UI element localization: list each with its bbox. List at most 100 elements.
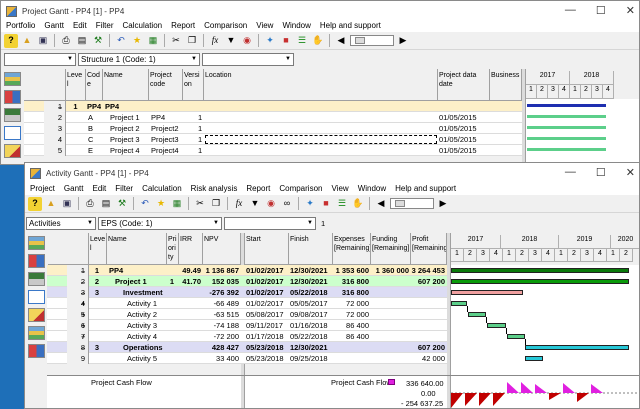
row-toggle[interactable]: + (81, 298, 85, 309)
header-expenses[interactable]: Expenses [Remaining] (333, 233, 371, 265)
front-combo-right[interactable]: ▼ (224, 217, 316, 230)
row-toggle[interactable]: – (81, 342, 85, 353)
row-toggle[interactable]: + (81, 331, 85, 342)
menu-window[interactable]: Window (358, 184, 386, 193)
gantt-view-icon[interactable] (4, 108, 21, 122)
maximize-icon[interactable]: ☐ (596, 166, 606, 179)
report-view-icon[interactable] (4, 144, 21, 158)
formula-icon[interactable]: fx (232, 197, 246, 211)
menu-help[interactable]: Help and support (320, 21, 381, 30)
preview-icon[interactable]: ▤ (75, 34, 89, 48)
star-icon[interactable]: ★ (154, 197, 168, 211)
header-start[interactable]: Start (245, 233, 289, 265)
row-toggle[interactable]: + (81, 320, 85, 331)
activities-combo[interactable]: Activities ▼ (26, 217, 96, 230)
link-icon[interactable]: ∞ (280, 197, 294, 211)
header-location[interactable]: Location (204, 69, 438, 101)
gantt-bar[interactable] (451, 279, 629, 284)
chart-view-icon[interactable] (4, 90, 21, 104)
scroll-right-icon[interactable]: ▶ (436, 197, 450, 211)
menu-gantt[interactable]: Gantt (64, 184, 84, 193)
header-profit[interactable]: Profit [Remaining] (411, 233, 447, 265)
structure-combo[interactable]: Structure 1 (Code: 1) ▼ (78, 53, 200, 66)
tools-icon[interactable]: ⚒ (115, 197, 129, 211)
copy-icon[interactable]: ❐ (185, 34, 199, 48)
filter-icon[interactable]: ▼ (248, 197, 262, 211)
undo-icon[interactable]: ↶ (138, 197, 152, 211)
header-version[interactable]: Versi on (183, 69, 204, 101)
row-toggle[interactable]: – (81, 287, 85, 298)
resources-icon[interactable]: ■ (279, 34, 293, 48)
menu-help[interactable]: Help and support (395, 184, 456, 193)
menu-report[interactable]: Report (246, 184, 270, 193)
bars-icon[interactable]: ☰ (335, 197, 349, 211)
gantt-tools-icon[interactable]: ✦ (303, 197, 317, 211)
gantt-bar[interactable] (525, 345, 629, 350)
tools-icon[interactable]: ⚒ (91, 34, 105, 48)
gantt-bar[interactable] (487, 323, 506, 328)
undo-icon[interactable]: ↶ (114, 34, 128, 48)
menu-calculation[interactable]: Calculation (142, 184, 182, 193)
menu-project[interactable]: Project (30, 184, 55, 193)
scroll-left-icon[interactable]: ◀ (374, 197, 388, 211)
menu-edit[interactable]: Edit (92, 184, 106, 193)
gantt-bar[interactable] (527, 148, 606, 151)
back-combo-right[interactable]: ▼ (202, 53, 294, 66)
open-folder-icon[interactable]: ▲ (44, 197, 58, 211)
header-project-data-date[interactable]: Project data date (438, 69, 490, 101)
gantt-bar[interactable] (527, 126, 606, 129)
excel-icon[interactable]: ▦ (146, 34, 160, 48)
menu-comparison[interactable]: Comparison (279, 184, 322, 193)
menu-filter[interactable]: Filter (115, 184, 133, 193)
close-icon[interactable]: ✕ (626, 166, 635, 179)
hand-icon[interactable]: ✋ (351, 197, 365, 211)
menu-gantt[interactable]: Gantt (44, 21, 64, 30)
save-icon[interactable]: ▣ (36, 34, 50, 48)
location-edit-cell[interactable] (205, 135, 437, 144)
header-funding[interactable]: Funding [Remaining] (371, 233, 411, 265)
gantt-bar[interactable] (527, 137, 606, 140)
menu-report[interactable]: Report (171, 21, 195, 30)
header-business[interactable]: Business (490, 69, 522, 101)
menu-view[interactable]: View (331, 184, 348, 193)
menu-portfolio[interactable]: Portfolio (6, 21, 35, 30)
chart-view-icon[interactable] (28, 254, 45, 268)
gantt-bar[interactable] (527, 104, 606, 107)
row-toggle[interactable]: – (81, 265, 85, 276)
header-name[interactable]: Name (107, 233, 167, 265)
scroll-left-icon[interactable]: ◀ (334, 34, 348, 48)
menu-risk-analysis[interactable]: Risk analysis (191, 184, 238, 193)
gantt-bar[interactable] (451, 268, 629, 273)
table-view-icon[interactable] (28, 290, 45, 304)
filter-icon[interactable]: ▼ (224, 34, 238, 48)
gantt-bar[interactable] (451, 301, 467, 306)
close-icon[interactable]: ✕ (626, 4, 635, 17)
gantt-bar[interactable] (525, 356, 543, 361)
header-priority[interactable]: Pri ori ty (167, 233, 179, 265)
scroll-slider[interactable] (390, 198, 434, 209)
open-folder-icon[interactable]: ▲ (20, 34, 34, 48)
cut-icon[interactable]: ✂ (169, 34, 183, 48)
gantt-bar[interactable] (451, 290, 523, 295)
header-npv[interactable]: NPV (203, 233, 241, 265)
header-level[interactable]: Leve l (89, 233, 107, 265)
help-icon[interactable]: ? (28, 196, 42, 211)
back-combo-left[interactable]: ▼ (4, 53, 76, 66)
menu-filter[interactable]: Filter (96, 21, 114, 30)
help-icon[interactable]: ? (4, 33, 18, 48)
cut-icon[interactable]: ✂ (193, 197, 207, 211)
save-icon[interactable]: ▣ (60, 197, 74, 211)
excel-icon[interactable]: ▦ (170, 197, 184, 211)
report-view-icon[interactable] (28, 308, 45, 322)
risk-view-icon[interactable] (28, 344, 45, 358)
minimize-icon[interactable]: — (565, 166, 576, 179)
bars-icon[interactable]: ☰ (295, 34, 309, 48)
menu-window[interactable]: Window (282, 21, 310, 30)
header-level[interactable]: Leve l (66, 69, 86, 101)
minimize-icon[interactable]: — (565, 4, 576, 17)
target-icon[interactable]: ◉ (264, 197, 278, 211)
header-project-code[interactable]: Project code (149, 69, 183, 101)
gantt-view-icon[interactable] (28, 272, 45, 286)
resources-icon[interactable]: ■ (319, 197, 333, 211)
gantt-bar[interactable] (468, 312, 486, 317)
